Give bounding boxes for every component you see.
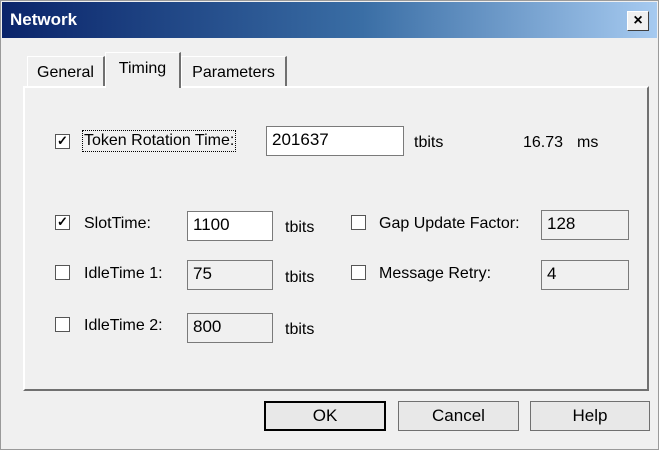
token-rotation-ms-unit: ms	[577, 134, 599, 151]
idle-time-1-label: IdleTime 1:	[84, 265, 163, 282]
title-bar[interactable]: Network ×	[2, 2, 657, 38]
message-retry-input[interactable]: 4	[541, 260, 629, 290]
tab-general[interactable]: General	[27, 56, 105, 88]
idle-time-2-unit: tbits	[285, 321, 315, 338]
window-title: Network	[10, 10, 78, 29]
tab-parameters-label: Parameters	[192, 64, 275, 81]
cancel-button[interactable]: Cancel	[398, 401, 519, 431]
tab-timing-label: Timing	[118, 60, 167, 77]
idle-time-1-unit: tbits	[285, 269, 315, 286]
idle-time-2-input[interactable]: 800	[187, 313, 273, 343]
check-mark-icon: ✓	[57, 214, 68, 229]
ok-button[interactable]: OK	[264, 401, 386, 431]
slot-time-unit: tbits	[285, 219, 315, 236]
slot-time-checkbox[interactable]: ✓	[55, 215, 70, 230]
slot-time-input[interactable]: 1100	[187, 211, 273, 241]
tab-timing[interactable]: Timing	[105, 52, 181, 88]
idle-time-2-label: IdleTime 2:	[84, 317, 163, 334]
slot-time-label: SlotTime:	[84, 215, 151, 232]
close-icon: ×	[633, 12, 643, 29]
help-button[interactable]: Help	[530, 401, 650, 431]
token-rotation-checkbox[interactable]: ✓	[55, 134, 70, 149]
gap-update-label: Gap Update Factor:	[379, 215, 520, 232]
close-button[interactable]: ×	[627, 11, 649, 31]
message-retry-checkbox[interactable]	[351, 265, 366, 280]
token-rotation-input[interactable]: 201637	[266, 126, 404, 156]
tab-parameters[interactable]: Parameters	[181, 56, 287, 88]
check-mark-icon: ✓	[57, 133, 68, 148]
idle-time-1-checkbox[interactable]	[55, 265, 70, 280]
message-retry-label: Message Retry:	[379, 265, 492, 282]
idle-time-1-input[interactable]: 75	[187, 260, 273, 290]
gap-update-input[interactable]: 128	[541, 210, 629, 240]
gap-update-checkbox[interactable]	[351, 215, 366, 230]
tab-general-label: General	[37, 64, 94, 81]
idle-time-2-checkbox[interactable]	[55, 317, 70, 332]
token-rotation-unit: tbits	[414, 134, 444, 151]
token-rotation-label: Token Rotation Time:	[81, 130, 237, 152]
network-dialog: Network × General Timing Parameters ✓ To…	[0, 0, 659, 450]
token-rotation-ms-value: 16.73	[523, 134, 564, 151]
